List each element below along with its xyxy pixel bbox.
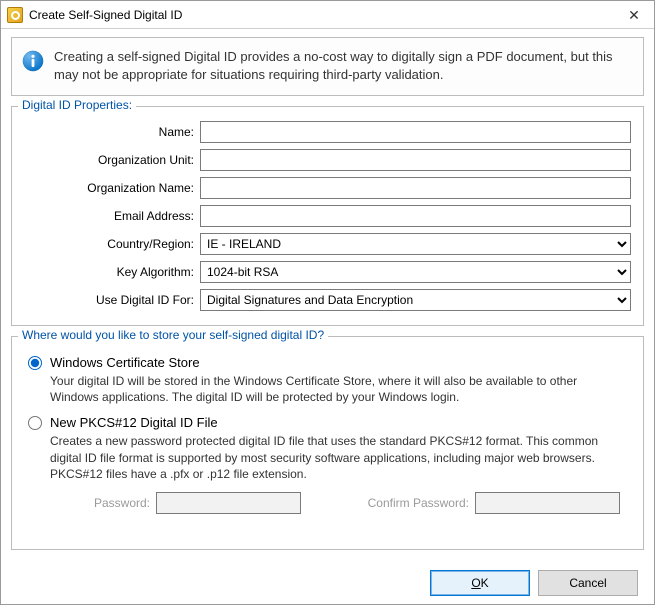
org-name-label: Organization Name: xyxy=(24,181,200,195)
use-for-select[interactable]: Digital Signatures and Data Encryption xyxy=(200,289,631,311)
radio-pkcs12-input[interactable] xyxy=(28,416,42,430)
storage-group: Where would you like to store your self-… xyxy=(11,336,644,550)
storage-legend: Where would you like to store your self-… xyxy=(18,328,328,342)
dialog-button-bar: OK Cancel xyxy=(11,560,644,604)
password-label: Password: xyxy=(34,496,152,510)
password-input[interactable] xyxy=(156,492,301,514)
app-icon xyxy=(7,7,23,23)
dialog-client-area: Creating a self-signed Digital ID provid… xyxy=(1,29,654,604)
properties-legend: Digital ID Properties: xyxy=(18,98,136,112)
radio-pkcs12-label: New PKCS#12 Digital ID File xyxy=(50,415,218,430)
confirm-password-label: Confirm Password: xyxy=(349,496,471,510)
info-icon xyxy=(22,50,44,72)
cancel-button[interactable]: Cancel xyxy=(538,570,638,596)
storage-option-windows: Windows Certificate Store Your digital I… xyxy=(28,355,631,405)
radio-windows-store-desc: Your digital ID will be stored in the Wi… xyxy=(50,373,621,405)
radio-windows-store-label: Windows Certificate Store xyxy=(50,355,200,370)
name-input[interactable] xyxy=(200,121,631,143)
country-label: Country/Region: xyxy=(24,237,200,251)
email-label: Email Address: xyxy=(24,209,200,223)
password-row: Password: Confirm Password: xyxy=(34,492,631,514)
org-unit-label: Organization Unit: xyxy=(24,153,200,167)
radio-pkcs12[interactable]: New PKCS#12 Digital ID File xyxy=(28,415,631,430)
org-unit-input[interactable] xyxy=(200,149,631,171)
info-text: Creating a self-signed Digital ID provid… xyxy=(54,48,631,83)
org-name-input[interactable] xyxy=(200,177,631,199)
title-bar: Create Self-Signed Digital ID ✕ xyxy=(1,1,654,29)
properties-group: Digital ID Properties: Name: Organizatio… xyxy=(11,106,644,326)
radio-windows-store[interactable]: Windows Certificate Store xyxy=(28,355,631,370)
radio-pkcs12-desc: Creates a new password protected digital… xyxy=(50,433,621,482)
use-for-label: Use Digital ID For: xyxy=(24,293,200,307)
key-alg-label: Key Algorithm: xyxy=(24,265,200,279)
ok-button[interactable]: OK xyxy=(430,570,530,596)
email-input[interactable] xyxy=(200,205,631,227)
confirm-password-input[interactable] xyxy=(475,492,620,514)
name-label: Name: xyxy=(24,125,200,139)
key-alg-select[interactable]: 1024-bit RSA xyxy=(200,261,631,283)
window-title: Create Self-Signed Digital ID xyxy=(29,8,614,22)
country-select[interactable]: IE - IRELAND xyxy=(200,233,631,255)
info-panel: Creating a self-signed Digital ID provid… xyxy=(11,37,644,96)
radio-windows-store-input[interactable] xyxy=(28,356,42,370)
close-icon[interactable]: ✕ xyxy=(614,1,654,29)
storage-option-pkcs12: New PKCS#12 Digital ID File Creates a ne… xyxy=(28,415,631,482)
dialog-window: Create Self-Signed Digital ID ✕ xyxy=(0,0,655,605)
